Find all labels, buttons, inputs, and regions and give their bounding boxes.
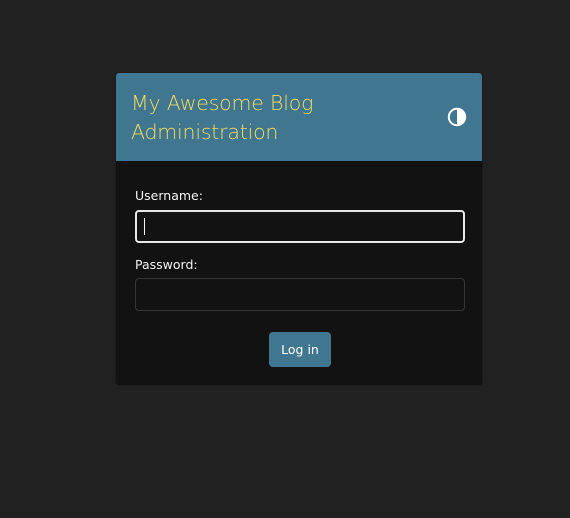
login-header: My Awesome Blog Administration [116,73,482,161]
password-label: Password: [135,257,198,272]
password-input[interactable] [135,278,465,311]
username-label: Username: [135,188,203,203]
theme-toggle-icon[interactable] [447,107,467,127]
site-title: My Awesome Blog Administration [131,91,314,144]
login-button[interactable]: Log in [269,332,331,367]
login-card: My Awesome Blog Administration Username:… [115,72,483,386]
text-caret [144,218,145,235]
username-input[interactable] [135,210,465,243]
